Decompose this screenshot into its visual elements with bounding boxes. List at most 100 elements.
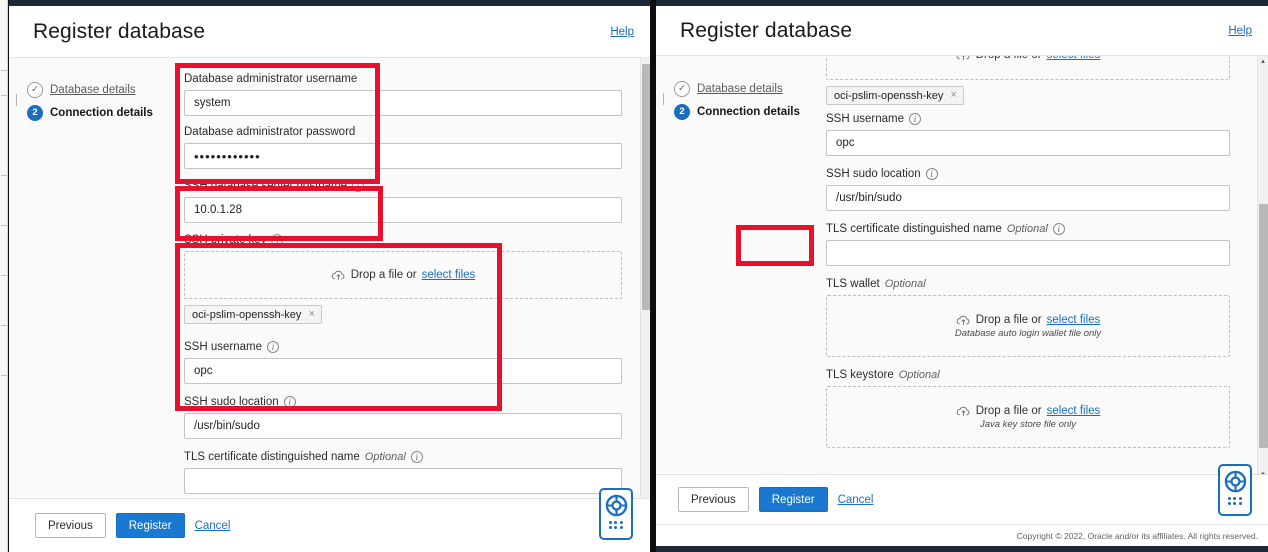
scroll-up-arrow[interactable]: ▲: [1258, 56, 1268, 67]
ssh-username-input[interactable]: opc: [184, 358, 622, 384]
select-files-link[interactable]: select files: [1047, 56, 1101, 61]
help-widget[interactable]: [599, 488, 633, 540]
input-value: /usr/bin/sudo: [194, 420, 260, 432]
select-files-link[interactable]: select files: [422, 269, 476, 281]
lifebuoy-icon: [1224, 470, 1246, 493]
right-panel-footer: Previous Register Cancel: [656, 474, 1268, 524]
dropzone-text: Drop a file or: [975, 313, 1042, 326]
optional-marker: Optional: [1006, 223, 1048, 235]
cloud-upload-icon: [956, 315, 970, 325]
info-icon[interactable]: i: [925, 168, 938, 180]
info-icon[interactable]: i: [1052, 223, 1065, 235]
select-files-link[interactable]: select files: [1047, 314, 1101, 326]
lifebuoy-icon: [605, 494, 627, 517]
field-ssh-username: SSH username i opc: [184, 340, 622, 384]
tls-keystore-dropzone[interactable]: Drop a file or select files Java key sto…: [826, 386, 1230, 448]
tls-wallet-dropzone[interactable]: Drop a file or select files Database aut…: [826, 295, 1230, 357]
info-icon[interactable]: i: [266, 341, 279, 353]
field-db-admin-password: Database administrator password ••••••••…: [184, 125, 622, 169]
ssh-sudo-location-input[interactable]: /usr/bin/sudo: [826, 185, 1230, 211]
step-number-badge: 2: [27, 104, 43, 121]
field-label: TLS certificate distinguished name Optio…: [184, 450, 622, 464]
optional-marker: Optional: [884, 278, 926, 290]
wizard-step-label: Connection details: [697, 105, 800, 118]
close-icon[interactable]: ×: [950, 90, 956, 101]
background-page-sliver: [0, 0, 8, 552]
register-button[interactable]: Register: [115, 513, 185, 538]
file-name: oci-pslim-openssh-key: [834, 89, 944, 102]
sidebar-item-connection-details[interactable]: 2 Connection details: [674, 100, 826, 123]
scrollbar-thumb[interactable]: [642, 64, 650, 310]
input-value: opc: [836, 137, 855, 149]
select-files-link[interactable]: select files: [1047, 405, 1101, 417]
sidebar-item-database-details[interactable]: ✓ Database details: [674, 77, 826, 100]
sidebar-item-connection-details[interactable]: 2 Connection details: [27, 101, 184, 124]
copyright-text: Copyright © 2022, Oracle and/or its affi…: [1016, 530, 1258, 541]
info-icon[interactable]: i: [352, 180, 365, 192]
cancel-link[interactable]: Cancel: [838, 494, 874, 506]
cloud-upload-icon: [956, 406, 970, 416]
field-label: SSH private key i: [184, 233, 622, 247]
uploaded-file-chip: oci-pslim-openssh-key ×: [826, 86, 964, 105]
dropzone-prompt: Drop a file or select files: [956, 405, 1101, 417]
ssh-sudo-location-input[interactable]: /usr/bin/sudo: [184, 413, 622, 439]
dropzone-prompt: Drop a file or select files: [956, 56, 1101, 61]
right-panel-scrollbar[interactable]: ▲ ▼: [1257, 56, 1268, 480]
cancel-link[interactable]: Cancel: [195, 520, 231, 532]
drag-handle-icon[interactable]: [1227, 497, 1243, 505]
cloud-upload-icon: [956, 56, 970, 60]
label-text: SSH private key: [184, 234, 267, 246]
masked-password-value: ••••••••••••: [194, 148, 261, 164]
step-number-badge: 2: [674, 103, 690, 120]
field-ssh-username: SSH username i opc: [826, 112, 1230, 156]
help-link[interactable]: Help: [610, 26, 634, 38]
ssh-username-input[interactable]: opc: [826, 130, 1230, 156]
ssh-private-key-dropzone[interactable]: Drop a file or select files: [184, 251, 622, 299]
optional-marker: Optional: [898, 369, 940, 381]
help-link[interactable]: Help: [1228, 25, 1252, 37]
field-label: TLS wallet Optional: [826, 277, 1230, 291]
input-value: system: [194, 97, 231, 109]
left-panel-scrollbar[interactable]: [640, 58, 650, 498]
label-text: SSH username: [184, 341, 262, 353]
close-icon[interactable]: ×: [308, 309, 314, 320]
field-label: Database administrator password: [184, 125, 622, 139]
help-widget[interactable]: [1218, 464, 1252, 516]
label-text: Database administrator username: [184, 73, 358, 85]
dropzone-prompt: Drop a file or select files: [956, 313, 1101, 326]
screenshot-root: Register database Help ✓ Database detail…: [0, 0, 1268, 552]
right-window-bottombar: [656, 546, 1268, 552]
field-ssh-hostname: SSH database server hostname i 10.0.1.28: [184, 179, 622, 223]
info-icon[interactable]: i: [283, 396, 296, 408]
left-register-database-panel: Register database Help ✓ Database detail…: [9, 0, 650, 552]
tls-cert-dn-input[interactable]: [184, 468, 622, 494]
previous-button[interactable]: Previous: [35, 513, 106, 538]
register-button[interactable]: Register: [758, 487, 828, 512]
input-value: 10.0.1.28: [194, 204, 242, 216]
tls-cert-dn-input[interactable]: [826, 240, 1230, 266]
optional-marker: Optional: [364, 451, 406, 463]
db-admin-password-input[interactable]: ••••••••••••: [184, 143, 622, 169]
info-icon[interactable]: i: [908, 113, 921, 125]
field-tls-cert-dn: TLS certificate distinguished name Optio…: [184, 450, 622, 494]
info-icon[interactable]: i: [410, 451, 423, 463]
scrollbar-thumb[interactable]: [1259, 204, 1268, 448]
right-form-column: Drop a file or select files oci-pslim-op…: [826, 56, 1268, 480]
ssh-hostname-input[interactable]: 10.0.1.28: [184, 197, 622, 223]
label-text: TLS certificate distinguished name: [826, 223, 1002, 235]
copyright-bar: Copyright © 2022, Oracle and/or its affi…: [656, 524, 1268, 546]
ssh-private-key-dropzone[interactable]: Drop a file or select files: [826, 56, 1230, 80]
field-tls-wallet: TLS wallet Optional Drop a file or selec…: [826, 277, 1230, 357]
input-value: /usr/bin/sudo: [836, 192, 902, 204]
label-text: SSH sudo location: [826, 168, 921, 180]
db-admin-username-input[interactable]: system: [184, 90, 622, 116]
field-label: TLS keystore Optional: [826, 368, 1230, 382]
info-icon[interactable]: i: [271, 234, 284, 246]
field-label: TLS certificate distinguished name Optio…: [826, 222, 1230, 236]
drag-handle-icon[interactable]: [608, 521, 624, 529]
cloud-upload-icon: [331, 270, 345, 280]
previous-button[interactable]: Previous: [678, 487, 749, 512]
right-panel-body: ✓ Database details 2 Connection details: [656, 56, 1268, 480]
sidebar-item-database-details[interactable]: ✓ Database details: [27, 78, 184, 101]
left-panel-body: ✓ Database details 2 Connection details …: [9, 58, 650, 498]
